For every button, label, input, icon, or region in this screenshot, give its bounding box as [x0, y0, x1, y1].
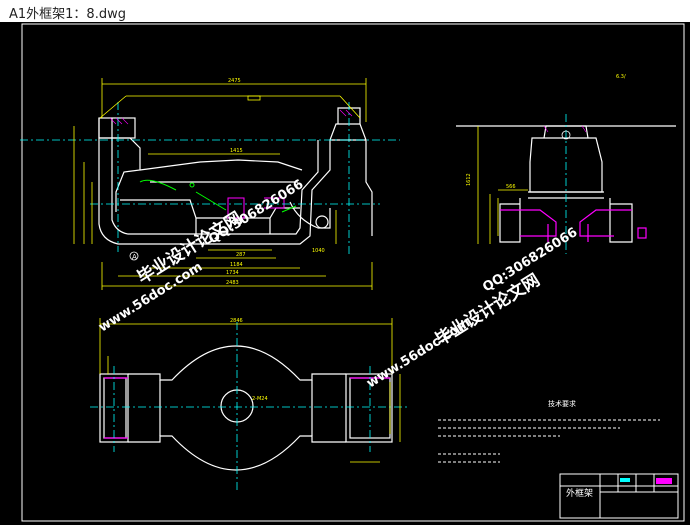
drawing-border: [21, 23, 685, 522]
watermark-text: QQ:306826066: [206, 177, 306, 247]
svg-text:2483: 2483: [226, 280, 239, 286]
top-dimensions: [99, 318, 401, 463]
svg-text:6.3/: 6.3/: [616, 74, 626, 80]
svg-text:2-M24: 2-M24: [252, 396, 268, 402]
watermark-group: 毕业设计论文网 www.56doc.com QQ:306826066 www.5…: [96, 177, 580, 391]
svg-text:1184: 1184: [230, 262, 243, 268]
top-view: [99, 345, 393, 471]
title-block-name: 外框架: [566, 487, 593, 499]
svg-text:2846: 2846: [230, 318, 243, 324]
svg-text:1612: 1612: [466, 173, 472, 186]
tech-req-title: 技术要求: [548, 399, 576, 408]
svg-text:1734: 1734: [226, 270, 239, 276]
svg-text:2475: 2475: [228, 78, 241, 84]
svg-text:1040: 1040: [312, 248, 325, 254]
tech-req-lines: [438, 419, 660, 463]
cad-drawing: 2475 2483 1734 1184 287 1415 1040 A 1612…: [20, 23, 685, 522]
window-titlebar: A1外框架1：8.dwg: [0, 0, 690, 23]
svg-text:287: 287: [236, 252, 246, 258]
svg-text:566: 566: [506, 184, 516, 190]
hatch-pads: [109, 109, 587, 133]
drawing-canvas[interactable]: 2475 2483 1734 1184 287 1415 1040 A 1612…: [0, 22, 690, 525]
top-view-welds: [104, 377, 390, 439]
svg-text:1415: 1415: [230, 148, 243, 154]
window-title: A1外框架1：8.dwg: [9, 7, 126, 22]
